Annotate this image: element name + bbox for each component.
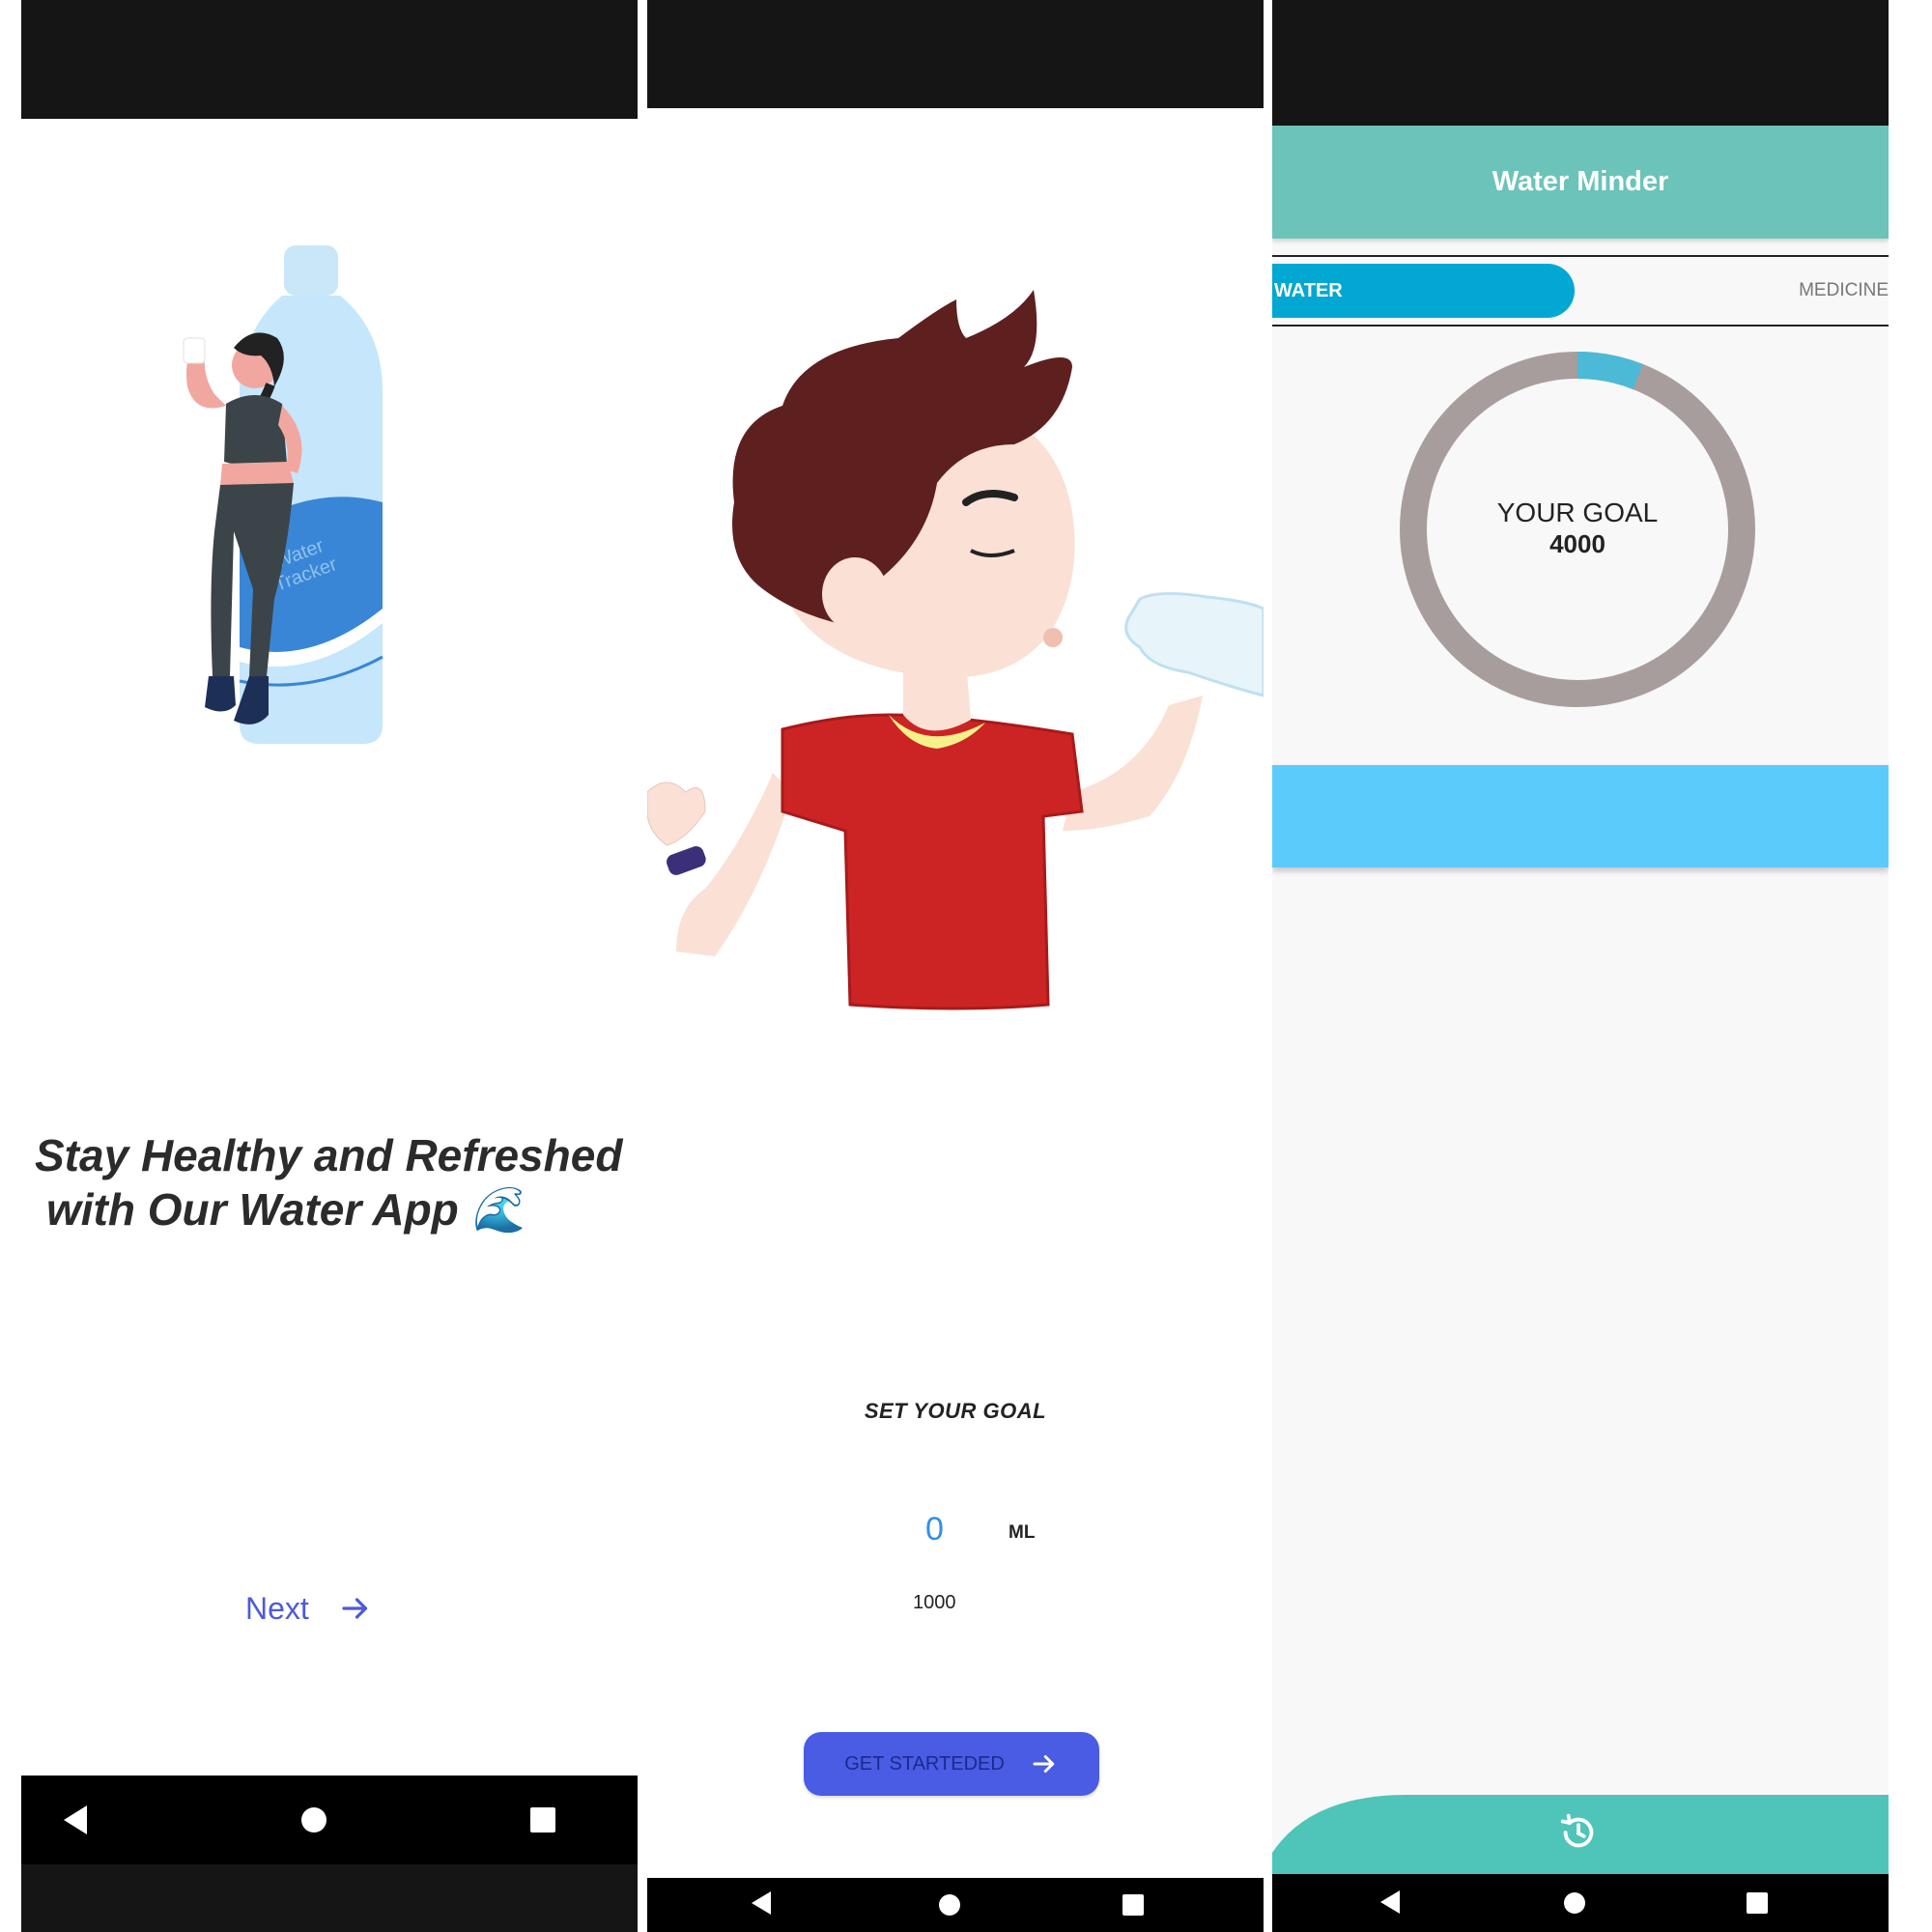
- app-bar: Water Minder: [1272, 126, 1889, 239]
- onboarding-screen-1: Water Tracker Stay Healthy and Refreshed…: [21, 0, 638, 1932]
- system-nav-bar: [1272, 1874, 1889, 1932]
- back-icon[interactable]: [1380, 1890, 1400, 1914]
- home-icon[interactable]: [301, 1807, 327, 1833]
- tab-bar: WATER MEDICINE: [1272, 255, 1889, 327]
- system-nav-bar: [647, 1878, 1264, 1932]
- woman-drinking-water-illustration: Water Tracker: [183, 245, 384, 744]
- goal-value-picker[interactable]: 0: [925, 1511, 944, 1548]
- boy-drinking-water-illustration: [647, 290, 1264, 1010]
- arrow-right-icon: [342, 1598, 367, 1619]
- goal-summary: YOUR GOAL 4000: [1398, 497, 1757, 559]
- goal-label: YOUR GOAL: [1496, 497, 1659, 527]
- goal-unit-label: ML: [1009, 1522, 1036, 1543]
- onboarding-headline: Stay Healthy and Refreshed with Our Wate…: [35, 1128, 624, 1236]
- headline-line-1: Stay Healthy and Refreshed: [35, 1130, 623, 1180]
- status-bar: [21, 0, 638, 119]
- tab-medicine[interactable]: MEDICINE: [1799, 264, 1889, 318]
- set-goal-label: SET YOUR GOAL: [864, 1399, 1047, 1423]
- status-bar: [1272, 0, 1889, 126]
- home-icon[interactable]: [1564, 1892, 1585, 1914]
- history-icon[interactable]: [1556, 1810, 1601, 1855]
- tab-water[interactable]: WATER: [1272, 264, 1575, 318]
- system-nav-bar: [21, 1776, 638, 1864]
- recents-icon[interactable]: [1747, 1892, 1768, 1914]
- water-add-band[interactable]: [1272, 765, 1889, 867]
- app-title: Water Minder: [1492, 166, 1669, 197]
- home-icon[interactable]: [939, 1894, 960, 1916]
- goal-value: 4000: [1549, 529, 1605, 558]
- goal-next-option[interactable]: 1000: [913, 1592, 956, 1614]
- recents-icon[interactable]: [530, 1807, 555, 1833]
- next-button[interactable]: Next: [245, 1584, 419, 1633]
- back-icon[interactable]: [64, 1805, 87, 1834]
- onboarding-screen-2: SET YOUR GOAL 0 ML 1000 GET STARTEDED: [647, 0, 1264, 1932]
- next-button-label: Next: [245, 1590, 309, 1626]
- back-icon[interactable]: [752, 1891, 771, 1915]
- home-screen: Water Minder WATER MEDICINE YOUR GOAL 40…: [1272, 0, 1889, 1932]
- get-started-button[interactable]: GET STARTEDED: [804, 1732, 1099, 1796]
- status-bar: [647, 0, 1264, 108]
- recents-icon[interactable]: [1122, 1894, 1144, 1916]
- arrow-right-icon: [1033, 1755, 1055, 1773]
- get-started-label: GET STARTEDED: [844, 1752, 1005, 1775]
- headline-line-2: with Our Water App 🌊: [46, 1184, 526, 1235]
